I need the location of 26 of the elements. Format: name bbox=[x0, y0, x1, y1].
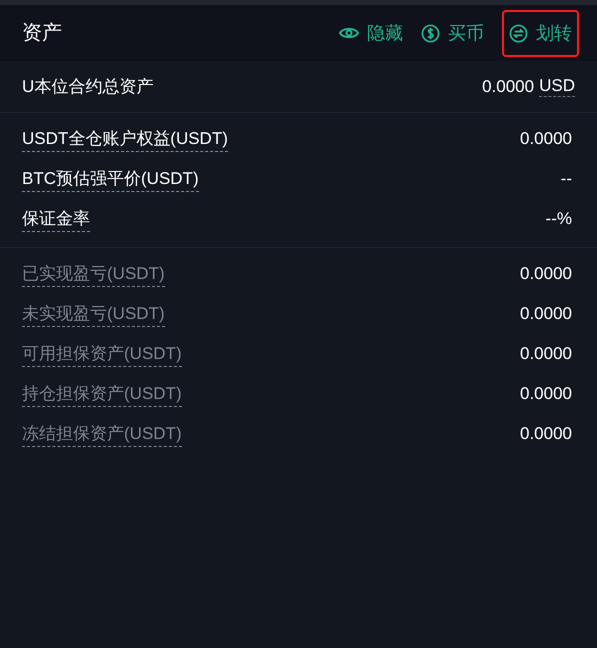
field-label: 已实现盈亏(USDT) bbox=[22, 262, 165, 286]
total-assets-value: 0.0000 bbox=[482, 76, 534, 98]
field-label: 可用担保资产(USDT) bbox=[22, 342, 182, 366]
dollar-icon bbox=[421, 24, 440, 42]
eye-icon bbox=[339, 26, 359, 40]
field-value: 0.0000 bbox=[520, 263, 572, 286]
field-value: 0.0000 bbox=[520, 128, 572, 150]
field-value: 0.0000 bbox=[520, 303, 572, 326]
currency-unit: USD bbox=[539, 76, 575, 97]
action-button[interactable]: 买币 bbox=[421, 12, 484, 54]
field-label: BTC预估强平价(USDT) bbox=[22, 166, 199, 192]
total-assets-label: U本位合约总资产 bbox=[22, 76, 154, 98]
field-label: 冻结担保资产(USDT) bbox=[22, 422, 182, 446]
field-value: --% bbox=[546, 208, 572, 230]
panel-title: 资产 bbox=[22, 21, 62, 46]
field-value: 0.0000 bbox=[520, 383, 572, 406]
action-button[interactable]: 划转 bbox=[502, 10, 579, 56]
field-value: 0.0000 bbox=[520, 343, 572, 366]
field-label: USDT全仓账户权益(USDT) bbox=[22, 126, 228, 152]
transfer-icon bbox=[509, 24, 528, 42]
action-button[interactable]: 隐藏 bbox=[339, 12, 403, 54]
field-label: 未实现盈亏(USDT) bbox=[22, 302, 165, 326]
field-value: 0.0000 bbox=[520, 423, 572, 446]
field-value: -- bbox=[560, 168, 572, 190]
field-label: 保证金率 bbox=[22, 206, 90, 232]
field-label: 持仓担保资产(USDT) bbox=[22, 382, 182, 406]
